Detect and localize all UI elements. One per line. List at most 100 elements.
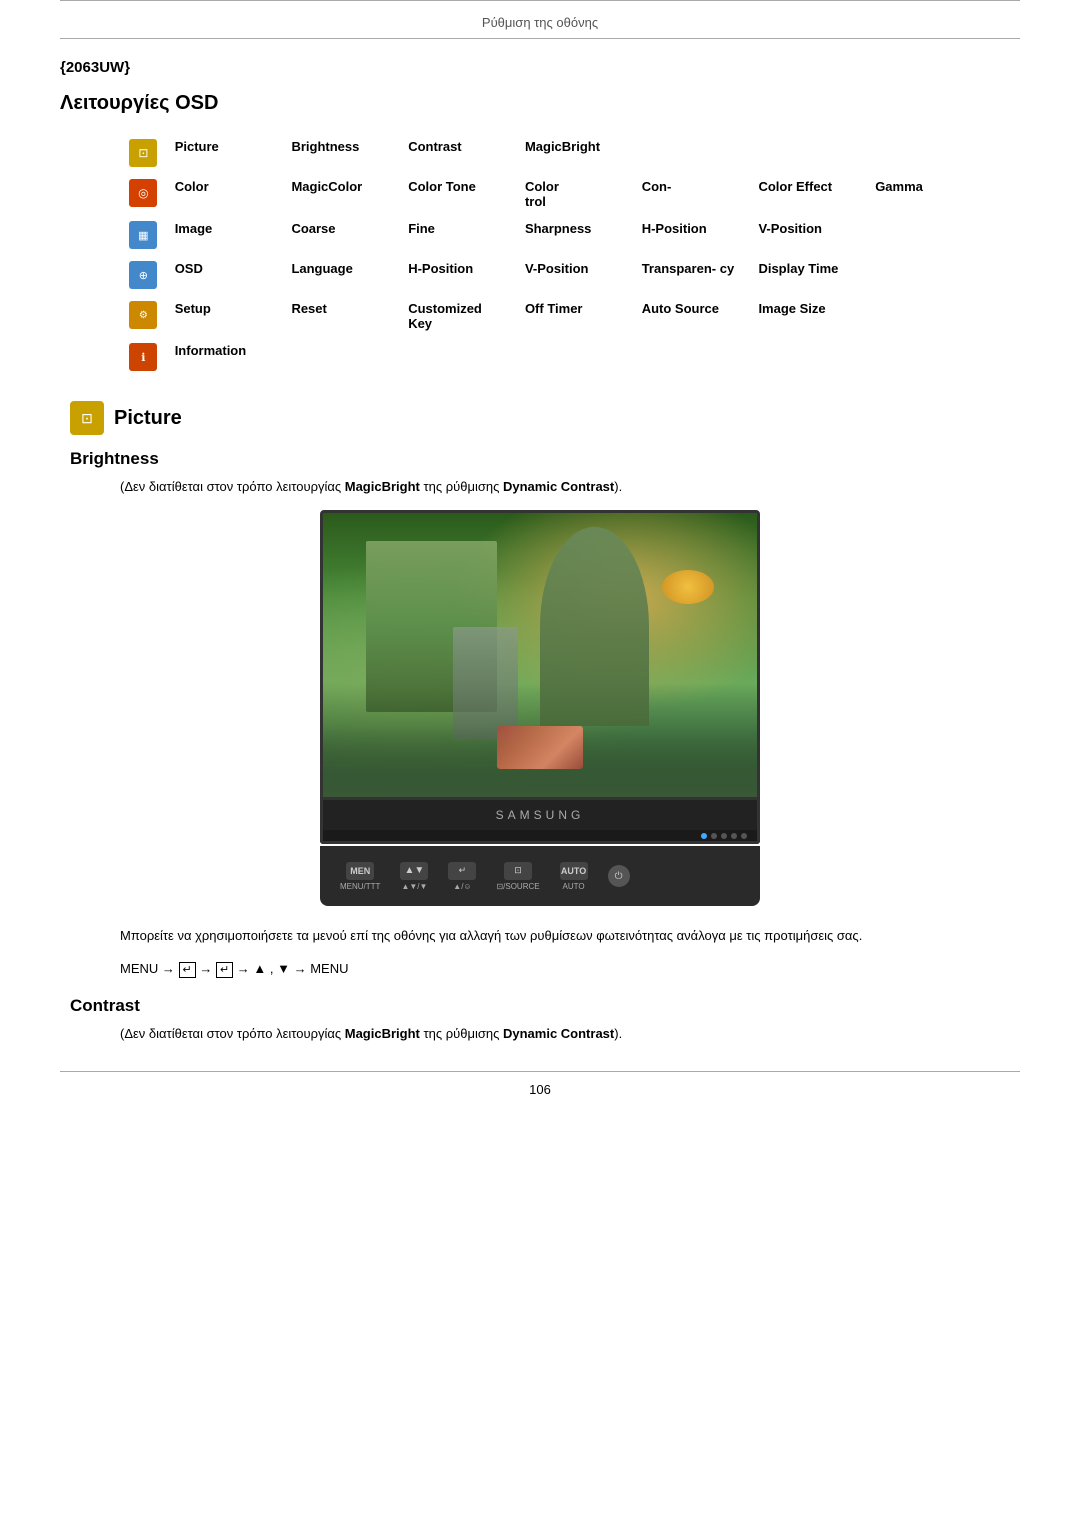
ctrl-enter: ↵ ▲/☺	[448, 862, 476, 891]
sub-coarse: Coarse	[283, 215, 400, 255]
magicbright-bold2: MagicBright	[345, 1026, 420, 1041]
monitor-controls: MEN MENU/TTT ▲▼ ▲▼/▼ ↵ ▲/☺	[320, 846, 760, 906]
setup-icon-cell: ⚙	[120, 295, 167, 337]
ctrl-source: ⊡ ⊡/SOURCE	[496, 862, 539, 891]
monitor-base-bottom	[320, 830, 760, 844]
menu-label-image: Image	[167, 215, 284, 255]
ctrl-arrows: ▲▼ ▲▼/▼	[400, 862, 428, 891]
top-rule	[60, 0, 1020, 1]
menu-path: MENU → ↵ → ↵ → ▲ , ▼ → MENU	[120, 961, 1020, 976]
table-row: ℹ Information	[120, 337, 984, 377]
ctrl-auto-label: AUTO	[563, 882, 585, 891]
sub-empty1	[634, 133, 751, 173]
sub-transparency: Transparen- cy	[634, 255, 751, 295]
monitor-screen-inner	[323, 513, 757, 797]
contrast-note: (Δεν διατίθεται στον τρόπο λειτουργίας M…	[120, 1026, 1020, 1041]
ctrl-arrows-symbol: ▲▼	[405, 865, 425, 876]
sub-coloreffect: Color Effect	[750, 173, 867, 215]
contrast-title: Contrast	[70, 996, 1020, 1016]
section-title-greek: Λειτουργίες OSD	[60, 92, 1020, 115]
table-row: ⚙ Setup Reset CustomizedKey Off Timer Au…	[120, 295, 984, 337]
sub-reset: Reset	[283, 295, 400, 337]
monitor-brand: SAMSUNG	[496, 808, 585, 822]
picture-section: ⊡ Picture Brightness (Δεν διατίθεται στο…	[60, 401, 1020, 1041]
picture-icon-symbol: ⊡	[138, 146, 148, 160]
dynamic-contrast-bold2: Dynamic Contrast	[503, 1026, 614, 1041]
sub-language: Language	[283, 255, 400, 295]
ctrl-arrows-shape: ▲▼	[400, 862, 428, 880]
table-row: ⊡ Picture Brightness Contrast MagicBrigh…	[120, 133, 984, 173]
ctrl-auto-text: AUTO	[561, 866, 586, 876]
image-icon: ▦	[129, 221, 157, 249]
ctrl-menu-label: MENU/TTT	[340, 882, 380, 891]
monitor-screen	[320, 510, 760, 800]
setup-icon: ⚙	[129, 301, 157, 329]
osd-icon: ⊕	[129, 261, 157, 289]
ctrl-power-shape: ⏻	[608, 865, 630, 887]
sub-vposition: V-Position	[750, 215, 867, 255]
image-icon-cell: ▦	[120, 215, 167, 255]
color-icon-symbol: ◎	[138, 186, 148, 200]
monitor-dot2	[721, 833, 727, 839]
menu-label-setup: Setup	[167, 295, 284, 337]
menu-label-picture: Picture	[167, 133, 284, 173]
enter-symbol1: ↵	[179, 962, 196, 978]
info-icon-symbol: ℹ	[141, 351, 145, 364]
ctrl-power: ⏻	[608, 865, 630, 887]
table-row: ▦ Image Coarse Fine Sharpness H-Position…	[120, 215, 984, 255]
picture-icon-cell: ⊡	[120, 133, 167, 173]
enter-symbol2: ↵	[216, 962, 233, 978]
sub-contrast: Contrast	[400, 133, 517, 173]
table-row: ◎ Color MagicColor Color Tone Colortrol …	[120, 173, 984, 215]
sub-brightness: Brightness	[283, 133, 400, 173]
sub-customizedkey: CustomizedKey	[400, 295, 517, 337]
info-icon: ℹ	[129, 343, 157, 371]
sub-magiccolor: MagicColor	[283, 173, 400, 215]
ctrl-menu: MEN MENU/TTT	[340, 862, 380, 891]
ctrl-menu-text: MEN	[350, 866, 370, 876]
osd-table: ⊡ Picture Brightness Contrast MagicBrigh…	[120, 133, 984, 377]
contrast-section: Contrast (Δεν διατίθεται στον τρόπο λειτ…	[60, 996, 1020, 1041]
model-number: {2063UW}	[60, 59, 1020, 76]
ctrl-auto-shape: AUTO	[560, 862, 588, 880]
ctrl-source-label: ⊡/SOURCE	[496, 882, 539, 891]
picture-icon: ⊡	[129, 139, 157, 167]
sub-sharpness: Sharpness	[517, 215, 634, 255]
ctrl-enter-shape: ↵	[448, 862, 476, 880]
ctrl-power-symbol: ⏻	[615, 871, 623, 882]
brightness-note: (Δεν διατίθεται στον τρόπο λειτουργίας M…	[120, 479, 1020, 494]
sub-con: Con-	[634, 173, 751, 215]
sub-osd-hpos: H-Position	[400, 255, 517, 295]
page-number: 106	[60, 1072, 1020, 1107]
header-title: Ρύθμιση της οθόνης	[60, 7, 1020, 38]
sub-imagesize: Image Size	[750, 295, 867, 337]
sub-displaytime: Display Time	[750, 255, 867, 295]
menu-label-info: Information	[167, 337, 284, 377]
sub-osd-vpos: V-Position	[517, 255, 634, 295]
monitor-dot-active	[701, 833, 707, 839]
picture-header: ⊡ Picture	[70, 401, 1020, 435]
info-empty	[283, 337, 867, 377]
flowers-element	[497, 726, 584, 769]
ctrl-auto: AUTO AUTO	[560, 862, 588, 891]
top-divider	[60, 38, 1020, 39]
picture-section-icon: ⊡	[70, 401, 104, 435]
sub-autosource: Auto Source	[634, 295, 751, 337]
sub-hposition: H-Position	[634, 215, 751, 255]
menu-label-osd: OSD	[167, 255, 284, 295]
sub-magicbright: MagicBright	[517, 133, 634, 173]
picture-section-icon-symbol: ⊡	[81, 410, 93, 427]
color-icon-cell: ◎	[120, 173, 167, 215]
ctrl-enter-symbol: ↵	[459, 865, 467, 876]
sub-offtimer: Off Timer	[517, 295, 634, 337]
magicbright-bold1: MagicBright	[345, 479, 420, 494]
ctrl-menu-shape: MEN	[346, 862, 374, 880]
menu-label-color: Color	[167, 173, 284, 215]
ctrl-enter-label: ▲/☺	[453, 882, 471, 891]
setup-icon-symbol: ⚙	[139, 310, 148, 321]
brightness-body-text: Μπορείτε να χρησιμοποιήσετε τα μενού επί…	[120, 926, 1020, 947]
info-icon-cell: ℹ	[120, 337, 167, 377]
osd-icon-symbol: ⊕	[139, 269, 148, 282]
picture-section-title: Picture	[114, 407, 182, 430]
color-icon: ◎	[129, 179, 157, 207]
